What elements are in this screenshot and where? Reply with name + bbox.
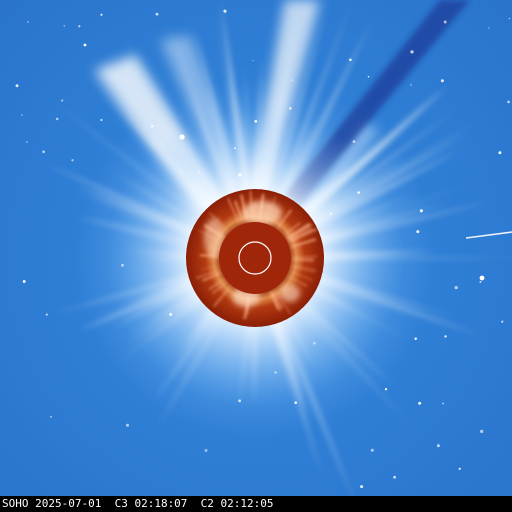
star (440, 79, 444, 83)
star (437, 444, 440, 448)
star (393, 475, 396, 479)
star (367, 75, 370, 78)
star (454, 285, 458, 290)
star (329, 212, 333, 216)
star (458, 467, 461, 470)
star (508, 17, 511, 20)
star (15, 84, 19, 88)
star (498, 151, 502, 155)
star (20, 114, 23, 116)
star (22, 280, 26, 283)
star (151, 125, 154, 128)
star (198, 171, 201, 174)
star (45, 313, 48, 316)
star (55, 117, 59, 121)
star (418, 401, 422, 405)
star (488, 27, 490, 29)
star (274, 371, 277, 374)
star (78, 25, 81, 28)
timestamp-caption: SOHO 2025-07-01 C3 02:18:07 C2 02:12:05 (2, 497, 274, 510)
star (83, 43, 87, 47)
star (444, 335, 447, 338)
star (126, 423, 129, 427)
star (27, 21, 29, 23)
occulter-disk (219, 222, 291, 294)
star (161, 143, 164, 145)
star (294, 401, 297, 404)
star (370, 448, 374, 452)
star (252, 59, 254, 62)
star (291, 79, 294, 81)
star (180, 170, 183, 172)
star (349, 58, 352, 62)
star (410, 50, 414, 54)
star (507, 100, 510, 104)
star (179, 134, 185, 140)
star (442, 402, 444, 405)
star (100, 13, 103, 16)
star (61, 99, 64, 102)
c2-streamer (292, 257, 314, 262)
star (63, 25, 65, 27)
star (479, 280, 482, 283)
star (419, 209, 423, 213)
coronagraph-image (0, 0, 512, 496)
star (169, 312, 173, 316)
star (313, 341, 316, 345)
star (100, 118, 103, 122)
star (42, 150, 45, 154)
star (121, 263, 124, 267)
star (443, 20, 447, 24)
caption-bar: SOHO 2025-07-01 C3 02:18:07 C2 02:12:05 (0, 496, 512, 512)
star (357, 191, 360, 194)
star (384, 388, 388, 391)
star (501, 320, 504, 323)
star (289, 107, 292, 110)
star (204, 449, 208, 452)
star (155, 12, 159, 16)
star (234, 147, 236, 150)
star (50, 415, 52, 418)
star (416, 230, 420, 234)
star (238, 173, 242, 177)
star (254, 120, 258, 123)
star (26, 141, 28, 143)
star (238, 399, 242, 403)
star (360, 485, 364, 489)
star (352, 140, 356, 143)
star (479, 275, 485, 281)
c2-streamer (292, 255, 318, 258)
star (480, 429, 484, 434)
star (71, 159, 74, 162)
star (414, 337, 417, 341)
coronagraph-view: SOHO 2025-07-01 C3 02:18:07 C2 02:12:05 (0, 0, 512, 512)
star (410, 84, 412, 86)
star (223, 9, 227, 13)
